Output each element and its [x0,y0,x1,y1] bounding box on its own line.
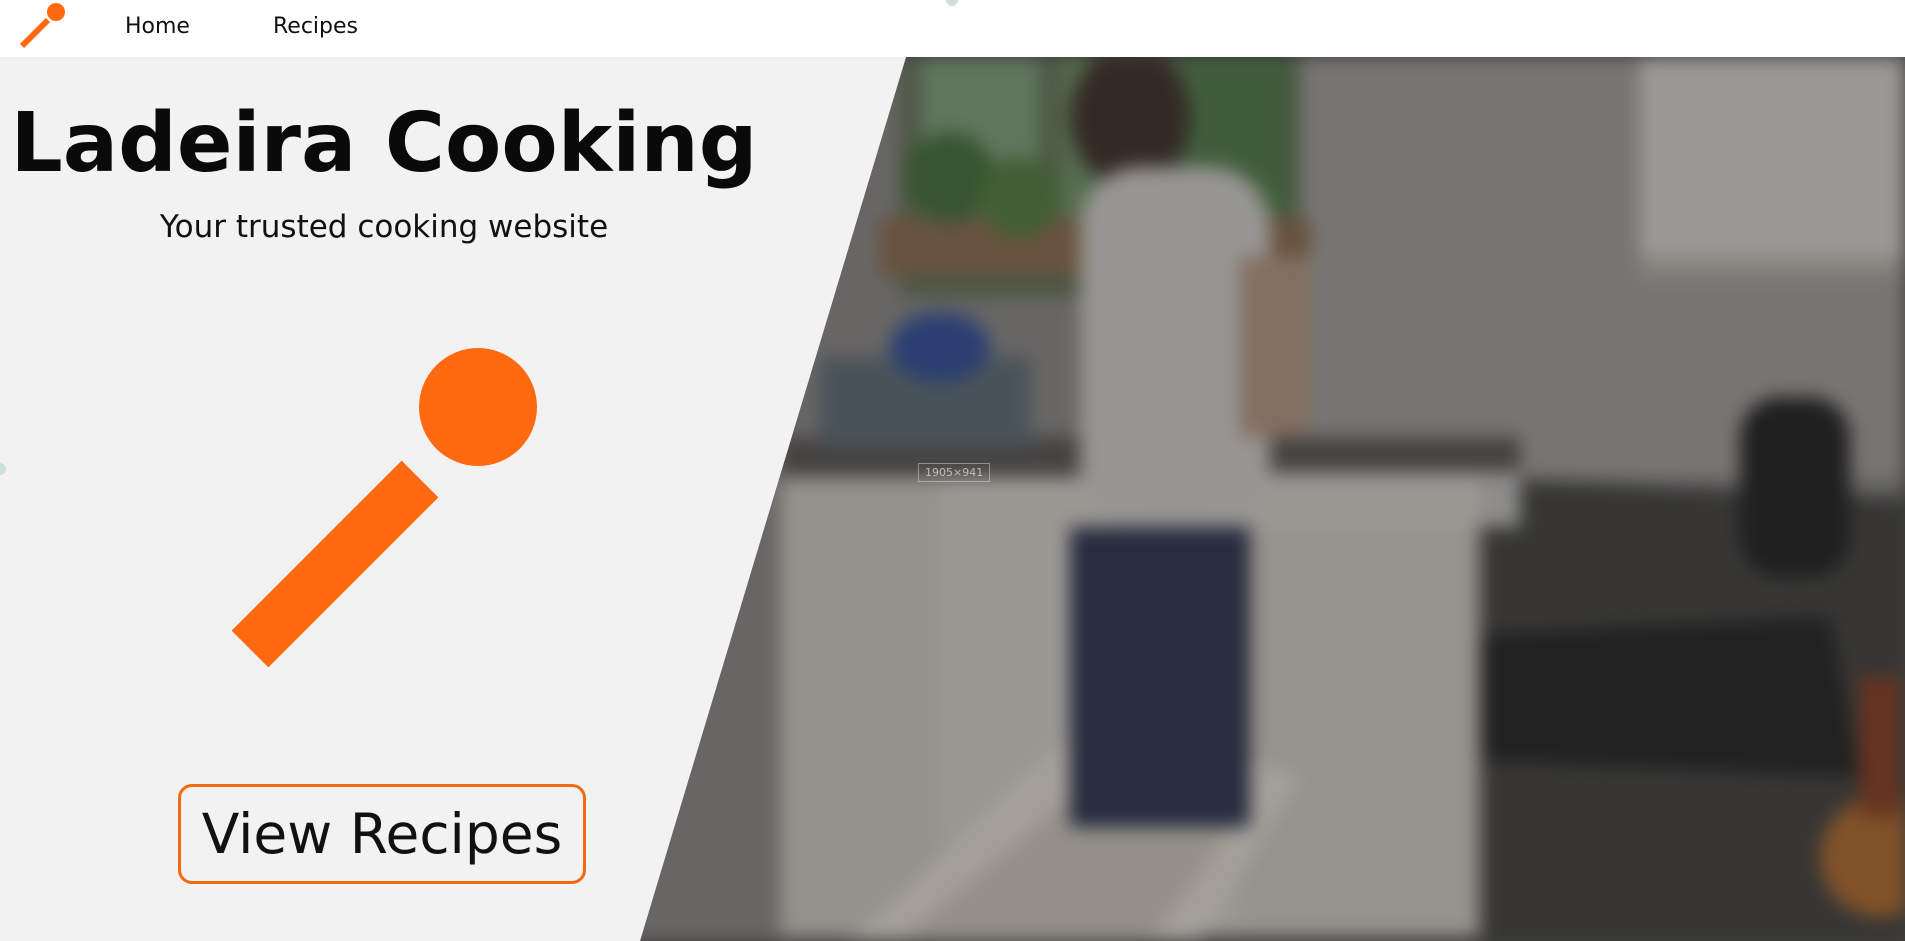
spoon-icon[interactable] [18,0,68,50]
hero-section: Ladeira Cooking Your trusted cooking web… [0,57,1905,941]
page: Home Recipes Ladeira Cooking Your truste… [0,0,1905,941]
navbar: Home Recipes [0,0,1905,57]
view-recipes-button[interactable]: View Recipes [178,784,586,884]
site-subtitle: Your trusted cooking website [159,209,609,245]
dimension-overlay-label: 1905×941 [918,463,991,482]
nav-link-recipes[interactable]: Recipes [273,14,358,39]
nav-link-home[interactable]: Home [125,14,190,39]
spoon-icon [231,348,537,667]
site-title: Ladeira Cooking [10,96,758,191]
